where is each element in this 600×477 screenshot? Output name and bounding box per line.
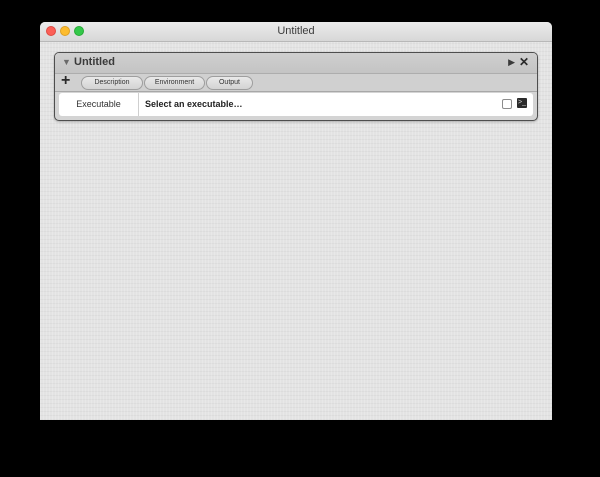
executable-select[interactable]: Select an executable…: [145, 93, 243, 116]
tab-description[interactable]: Description: [81, 76, 143, 90]
executable-checkbox[interactable]: [502, 99, 512, 109]
executable-row: Executable Select an executable… >_: [59, 93, 533, 116]
window-title: Untitled: [277, 25, 315, 37]
plus-icon[interactable]: +: [61, 72, 70, 90]
app-window: Untitled ▼ Untitled ▶ ✕ + Description En…: [40, 22, 552, 420]
play-icon[interactable]: ▶: [508, 57, 515, 68]
panel-tab-bar: + Description Environment Output: [55, 72, 537, 92]
disclosure-triangle-icon[interactable]: ▼: [62, 57, 71, 67]
panel-header: ▼ Untitled ▶ ✕: [55, 53, 537, 74]
window-titlebar[interactable]: Untitled: [40, 22, 552, 42]
panel-title: Untitled: [74, 56, 115, 68]
close-icon[interactable]: ✕: [519, 55, 529, 69]
executable-label: Executable: [59, 93, 139, 116]
terminal-icon[interactable]: >_: [517, 98, 527, 108]
executable-panel: ▼ Untitled ▶ ✕ + Description Environment…: [54, 52, 538, 121]
window-content: ▼ Untitled ▶ ✕ + Description Environment…: [40, 42, 552, 420]
tab-environment[interactable]: Environment: [144, 76, 205, 90]
tab-output[interactable]: Output: [206, 76, 253, 90]
